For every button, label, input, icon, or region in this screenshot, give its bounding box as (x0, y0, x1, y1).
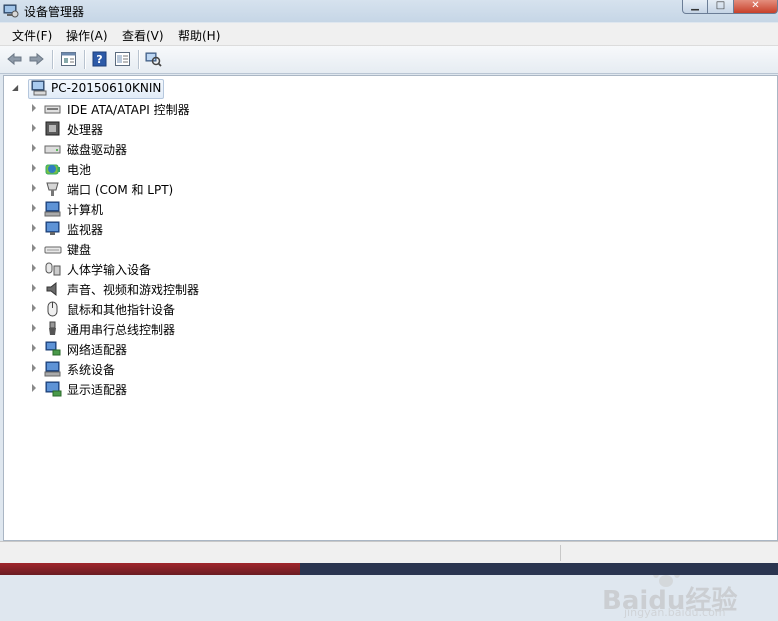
tree-node[interactable]: 鼠标和其他指针设备 (32, 299, 432, 319)
tree-node-label: 系统设备 (67, 363, 116, 377)
tree-node-label: 人体学输入设备 (67, 263, 152, 277)
status-separator (560, 545, 561, 561)
expand-arrow-icon[interactable] (32, 144, 36, 152)
view-icon[interactable] (114, 51, 131, 67)
tree-node[interactable]: 计算机 (32, 199, 432, 219)
tree-node[interactable]: 系统设备 (32, 359, 432, 379)
tree-node-label: 端口 (COM 和 LPT) (67, 183, 174, 197)
root-computer-name: PC-20150610KNIN (51, 81, 162, 95)
tree-node[interactable]: IDE ATA/ATAPI 控制器 (32, 99, 432, 119)
expand-arrow-icon[interactable] (32, 344, 36, 352)
toolbar-separator (84, 50, 86, 69)
tree-node-label: 处理器 (67, 123, 104, 137)
tree-node[interactable]: 声音、视频和游戏控制器 (32, 279, 432, 299)
tree-node-label: 显示适配器 (67, 383, 128, 397)
tree-node-label: 声音、视频和游戏控制器 (67, 283, 200, 297)
port-icon (46, 182, 59, 196)
taskbar-dark-region (300, 563, 778, 575)
tree-node[interactable]: 磁盘驱动器 (32, 139, 432, 159)
help-icon[interactable]: ? (91, 51, 108, 67)
system-device-icon (44, 361, 61, 377)
expand-arrow-icon[interactable] (32, 164, 36, 172)
menu-help[interactable]: 帮助(H) (178, 27, 220, 44)
expand-arrow-icon[interactable] (32, 324, 36, 332)
tree-node-label: 磁盘驱动器 (67, 143, 128, 157)
tree-node[interactable]: 显示适配器 (32, 379, 432, 399)
device-tree-panel: ◢ PC-20150610KNIN IDE ATA/ATAPI 控制器 处理器磁盘… (3, 75, 778, 619)
toolbar: ? (0, 46, 778, 74)
menu-file[interactable]: 文件(F) (12, 27, 52, 44)
tree-node-label: 通用串行总线控制器 (67, 323, 176, 337)
menu-view[interactable]: 查看(V) (122, 27, 164, 44)
expand-arrow-icon[interactable] (32, 184, 36, 192)
display-adapter-icon (45, 381, 62, 397)
minimize-button[interactable]: ▁ (682, 0, 708, 14)
tree-node-label: 网络适配器 (67, 343, 128, 357)
expand-arrow-icon[interactable] (32, 244, 36, 252)
network-adapter-icon (45, 341, 61, 356)
device-manager-app-icon (3, 4, 19, 18)
keyboard-icon (44, 246, 62, 254)
tree-node[interactable]: 键盘 (32, 239, 432, 259)
tree-node-label: 计算机 (67, 203, 104, 217)
forward-arrow-icon[interactable] (28, 51, 45, 67)
expand-arrow-icon[interactable] (32, 224, 36, 232)
tree-node[interactable]: 人体学输入设备 (32, 259, 432, 279)
title-bar: 设备管理器 ▁ □ ✕ (0, 0, 778, 22)
sound-icon (46, 281, 57, 297)
back-arrow-icon[interactable] (6, 51, 23, 67)
tree-node[interactable]: 端口 (COM 和 LPT) (32, 179, 432, 199)
expand-arrow-icon[interactable] (32, 384, 36, 392)
tree-node[interactable]: 网络适配器 (32, 339, 432, 359)
expand-arrow-icon[interactable] (32, 284, 36, 292)
tree-node[interactable]: 监视器 (32, 219, 432, 239)
ide-controller-icon (44, 105, 61, 114)
tree-node[interactable]: 电池 (32, 159, 432, 179)
toolbar-separator (138, 50, 140, 69)
taskbar-strip (0, 563, 778, 575)
expand-arrow-icon[interactable] (32, 264, 36, 272)
expand-arrow-icon[interactable] (32, 364, 36, 372)
usb-icon (49, 321, 56, 335)
status-bar (0, 541, 778, 564)
disk-drive-icon (44, 145, 61, 154)
monitor-icon (45, 221, 60, 235)
expand-arrow-icon[interactable] (32, 104, 36, 112)
window-controls: ▁ □ ✕ (682, 0, 778, 14)
tree-node-label: IDE ATA/ATAPI 控制器 (67, 103, 190, 117)
close-button[interactable]: ✕ (734, 0, 778, 14)
scan-hardware-icon[interactable] (145, 51, 162, 67)
collapse-arrow-icon[interactable]: ◢ (12, 83, 18, 92)
watermark-url: jingyan.baidu.com (624, 606, 726, 619)
expand-arrow-icon[interactable] (32, 304, 36, 312)
tree-node-label: 监视器 (67, 223, 104, 237)
properties-icon[interactable] (60, 51, 77, 67)
toolbar-separator (52, 50, 54, 69)
expand-arrow-icon[interactable] (32, 124, 36, 132)
hid-icon (45, 262, 61, 276)
menu-action[interactable]: 操作(A) (66, 27, 108, 44)
expand-arrow-icon[interactable] (32, 204, 36, 212)
tree-root[interactable]: ◢ PC-20150610KNIN (12, 79, 172, 99)
processor-icon (45, 121, 60, 136)
computer-root-icon (31, 80, 47, 96)
svg-text:?: ? (96, 53, 102, 66)
window-title: 设备管理器 (24, 5, 85, 19)
tree-node-label: 键盘 (67, 243, 92, 257)
computer-icon (44, 201, 61, 217)
menu-bar: 文件(F) 操作(A) 查看(V) 帮助(H) (0, 23, 778, 46)
tree-node[interactable]: 通用串行总线控制器 (32, 319, 432, 339)
battery-icon (45, 164, 60, 175)
mouse-icon (47, 301, 58, 317)
maximize-button[interactable]: □ (708, 0, 734, 14)
tree-node-label: 鼠标和其他指针设备 (67, 303, 176, 317)
tree-node-label: 电池 (67, 163, 92, 177)
tree-node[interactable]: 处理器 (32, 119, 432, 139)
